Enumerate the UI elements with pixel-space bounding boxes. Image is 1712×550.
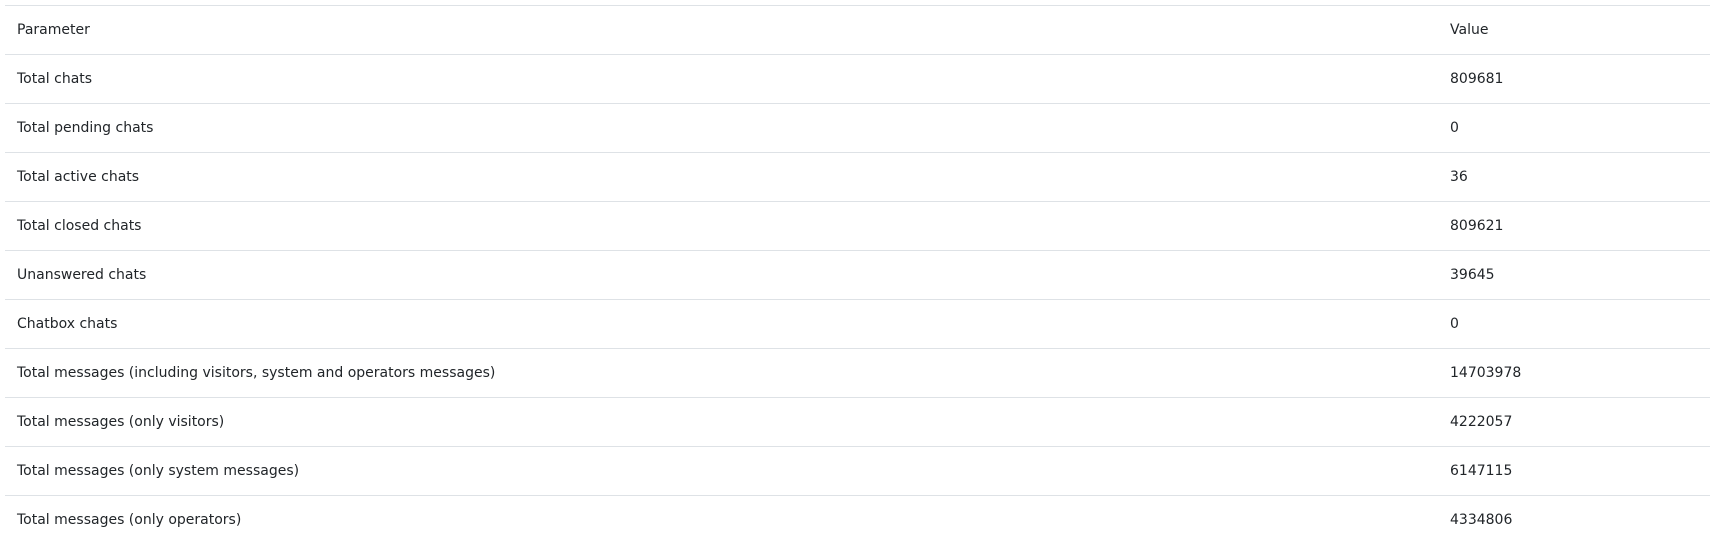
column-header-parameter: Parameter	[5, 5, 1438, 55]
table-row: Total active chats 36	[5, 152, 1710, 202]
row-value: 809621	[1438, 201, 1710, 251]
row-parameter: Total messages (only system messages)	[5, 446, 1438, 496]
row-value: 4222057	[1438, 397, 1710, 447]
column-header-value: Value	[1438, 5, 1710, 55]
row-parameter: Total messages (only operators)	[5, 495, 1438, 544]
row-parameter: Unanswered chats	[5, 250, 1438, 300]
table-header-row: Parameter Value	[5, 5, 1710, 55]
row-parameter: Total active chats	[5, 152, 1438, 202]
table-row: Total messages (only visitors) 4222057	[5, 397, 1710, 447]
table-row: Total closed chats 809621	[5, 201, 1710, 251]
table-row: Total messages (only system messages) 61…	[5, 446, 1710, 496]
row-parameter: Total messages (including visitors, syst…	[5, 348, 1438, 398]
statistics-table: Parameter Value Total chats 809681 Total…	[5, 5, 1710, 544]
table-row: Total messages (only operators) 4334806	[5, 495, 1710, 544]
row-parameter: Total closed chats	[5, 201, 1438, 251]
table-row: Total messages (including visitors, syst…	[5, 348, 1710, 398]
table-row: Unanswered chats 39645	[5, 250, 1710, 300]
table-row: Chatbox chats 0	[5, 299, 1710, 349]
table-body: Total chats 809681 Total pending chats 0…	[5, 54, 1710, 544]
row-value: 0	[1438, 299, 1710, 349]
row-parameter: Chatbox chats	[5, 299, 1438, 349]
table-row: Total pending chats 0	[5, 103, 1710, 153]
row-parameter: Total pending chats	[5, 103, 1438, 153]
statistics-panel: Parameter Value Total chats 809681 Total…	[5, 5, 1710, 544]
row-value: 0	[1438, 103, 1710, 153]
table-row: Total chats 809681	[5, 54, 1710, 104]
row-value: 36	[1438, 152, 1710, 202]
row-parameter: Total chats	[5, 54, 1438, 104]
row-parameter: Total messages (only visitors)	[5, 397, 1438, 447]
row-value: 4334806	[1438, 495, 1710, 544]
row-value: 809681	[1438, 54, 1710, 104]
row-value: 6147115	[1438, 446, 1710, 496]
table-header: Parameter Value	[5, 5, 1710, 55]
row-value: 14703978	[1438, 348, 1710, 398]
row-value: 39645	[1438, 250, 1710, 300]
